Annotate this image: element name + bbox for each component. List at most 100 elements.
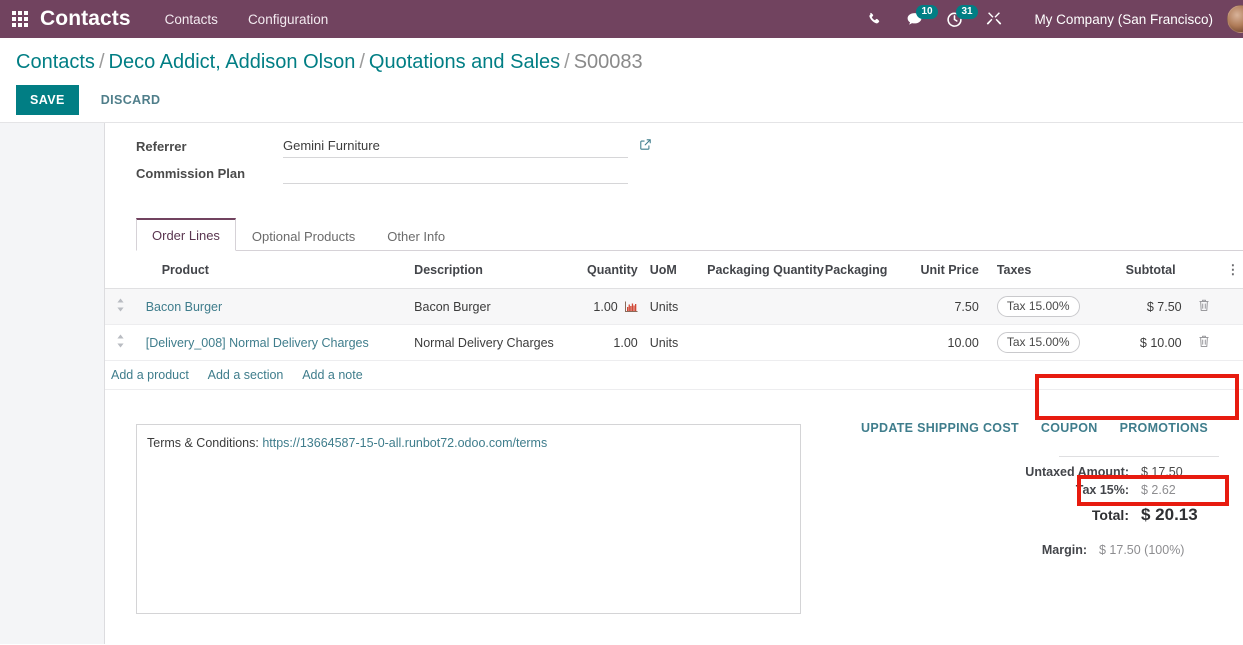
form-fields: Referrer Gemini Furniture Commission Pla… [105, 123, 1243, 191]
total-value: $ 20.13 [1141, 505, 1198, 524]
product-link[interactable]: Bacon Burger [146, 300, 222, 314]
add-a-product-link[interactable]: Add a product [111, 368, 189, 382]
control-panel: Contacts / Deco Addict, Addison Olson / Quot… [0, 38, 1243, 123]
update-shipping-cost-button[interactable]: UPDATE SHIPPING COST [850, 414, 1030, 442]
breadcrumb-item-quotations[interactable]: Quotations and Sales [369, 51, 560, 73]
cell-product[interactable]: [Delivery_008] Normal Delivery Charges [135, 324, 409, 361]
th-quantity[interactable]: Quantity [563, 251, 644, 289]
form-sheet: Referrer Gemini Furniture Commission Pla… [105, 123, 1243, 644]
margin-row: Margin: $ 17.50 (100%) [805, 541, 1219, 559]
cell-uom[interactable]: Units [643, 324, 702, 361]
field-input-referrer[interactable]: Gemini Furniture [283, 137, 628, 158]
total-row: Total: $ 20.13 [805, 499, 1219, 532]
margin-label: Margin: [1041, 543, 1087, 557]
options-dots[interactable]: ⋮ [1226, 262, 1239, 277]
cell-product[interactable]: Bacon Burger [135, 288, 409, 325]
untaxed-amount-row: Untaxed Amount: $ 17.50 [805, 463, 1219, 481]
cell-description[interactable]: Bacon Burger [408, 288, 564, 325]
cell-packaging-quantity[interactable] [701, 324, 819, 361]
external-link-icon[interactable] [639, 137, 652, 156]
totals-column: UPDATE SHIPPING COST COUPON PROMOTIONS U… [805, 390, 1243, 614]
notebook-tabs: Order Lines Optional Products Other Info [136, 217, 1243, 251]
tax-badge[interactable]: Tax 15.00% [996, 332, 1080, 353]
cell-quantity[interactable]: 1.00 [563, 324, 644, 361]
activities-icon[interactable]: 31 [934, 0, 978, 38]
tab-optional-products[interactable]: Optional Products [236, 220, 371, 251]
cell-taxes[interactable]: Tax 15.00% [984, 324, 1092, 361]
breadcrumb-separator: / [564, 51, 570, 73]
discard-button[interactable]: DISCARD [87, 85, 175, 115]
th-packaging[interactable]: Packaging [818, 251, 901, 289]
cell-packaging[interactable] [818, 288, 901, 325]
cell-unit-price[interactable]: 7.50 [900, 288, 985, 325]
top-navbar: Contacts Contacts Configuration 10 31 My… [0, 0, 1243, 38]
terms-label: Terms & Conditions: [147, 436, 263, 450]
cell-subtotal: $ 7.50 [1091, 288, 1188, 325]
menu-item-configuration[interactable]: Configuration [248, 12, 328, 27]
cell-packaging[interactable] [818, 324, 901, 361]
app-brand-title[interactable]: Contacts [40, 7, 131, 31]
total-label: Total: [1091, 507, 1129, 523]
th-delete [1187, 251, 1221, 289]
user-avatar[interactable] [1227, 5, 1243, 33]
margin-value: $ 17.50 (100%) [1099, 543, 1185, 557]
coupon-button[interactable]: COUPON [1030, 414, 1109, 442]
main-menu: Contacts Configuration [165, 12, 329, 27]
delete-line-button[interactable] [1187, 324, 1221, 361]
cell-quantity[interactable]: 1.00 [563, 288, 644, 325]
company-switcher[interactable]: My Company (San Francisco) [1034, 12, 1213, 27]
th-description[interactable]: Description [408, 251, 564, 289]
tab-other-info[interactable]: Other Info [371, 220, 461, 251]
add-a-note-link[interactable]: Add a note [302, 368, 362, 382]
field-row-referrer: Referrer Gemini Furniture [136, 137, 1243, 164]
quantity-value: 1.00 [593, 299, 618, 314]
breadcrumb-item-contacts[interactable]: Contacts [16, 51, 95, 73]
tab-order-lines[interactable]: Order Lines [136, 218, 236, 251]
drag-handle-icon[interactable] [105, 324, 136, 361]
field-input-commission-plan[interactable] [283, 164, 628, 184]
promotions-button[interactable]: PROMOTIONS [1109, 414, 1219, 442]
product-link[interactable]: [Delivery_008] Normal Delivery Charges [146, 336, 369, 350]
add-a-section-link[interactable]: Add a section [208, 368, 284, 382]
terms-and-conditions-field[interactable]: Terms & Conditions: https://13664587-15-… [136, 424, 801, 614]
untaxed-amount-value: $ 17.50 [1141, 465, 1183, 479]
th-unit-price[interactable]: Unit Price [900, 251, 985, 289]
cell-options [1220, 288, 1243, 325]
terms-url-link[interactable]: https://13664587-15-0-all.runbot72.odoo.… [262, 436, 547, 450]
cell-uom[interactable]: Units [643, 288, 702, 325]
breadcrumb: Contacts / Deco Addict, Addison Olson / Quot… [16, 38, 1243, 74]
forecast-chart-icon[interactable] [624, 301, 638, 312]
th-taxes[interactable]: Taxes [984, 251, 1092, 289]
untaxed-amount-label: Untaxed Amount: [1025, 465, 1129, 479]
th-uom[interactable]: UoM [643, 251, 702, 289]
crossed-tools-icon[interactable] [974, 0, 1014, 38]
table-header-row: Product Description Quantity UoM Packagi… [105, 251, 1243, 289]
cell-taxes[interactable]: Tax 15.00% [984, 288, 1092, 325]
messages-icon[interactable]: 10 [894, 0, 938, 38]
delete-line-button[interactable] [1187, 288, 1221, 325]
field-label-referrer: Referrer [136, 139, 187, 154]
apps-grid-icon[interactable] [12, 11, 28, 27]
drag-handle-icon[interactable] [105, 288, 136, 325]
breadcrumb-separator: / [359, 51, 365, 73]
cell-description[interactable]: Normal Delivery Charges [408, 324, 564, 361]
th-subtotal[interactable]: Subtotal [1091, 251, 1188, 289]
th-packaging-quantity[interactable]: Packaging Quantity [701, 251, 824, 289]
breadcrumb-item-partner[interactable]: Deco Addict, Addison Olson [109, 51, 356, 73]
tax-badge[interactable]: Tax 15.00% [996, 296, 1080, 317]
quantity-value: 1.00 [613, 335, 638, 350]
column-options-icon[interactable]: ⋮ [1220, 251, 1243, 289]
add-line-row: Add a product Add a section Add a note [105, 360, 1243, 390]
save-button[interactable]: SAVE [16, 85, 79, 115]
table-row[interactable]: [Delivery_008] Normal Delivery Charges N… [105, 324, 1243, 361]
table-row[interactable]: Bacon Burger Bacon Burger 1.00 Units 7.5… [105, 288, 1243, 325]
cell-packaging-quantity[interactable] [701, 288, 819, 325]
cell-unit-price[interactable]: 10.00 [900, 324, 985, 361]
field-row-commission-plan: Commission Plan [136, 164, 1243, 191]
order-lines-header: Product Description Quantity UoM Packagi… [105, 251, 1243, 289]
cell-subtotal: $ 10.00 [1091, 324, 1188, 361]
menu-item-contacts[interactable]: Contacts [165, 12, 218, 27]
th-product[interactable]: Product [135, 251, 409, 289]
add-line-cell: Add a product Add a section Add a note [105, 360, 1243, 390]
phone-icon[interactable] [854, 0, 894, 38]
